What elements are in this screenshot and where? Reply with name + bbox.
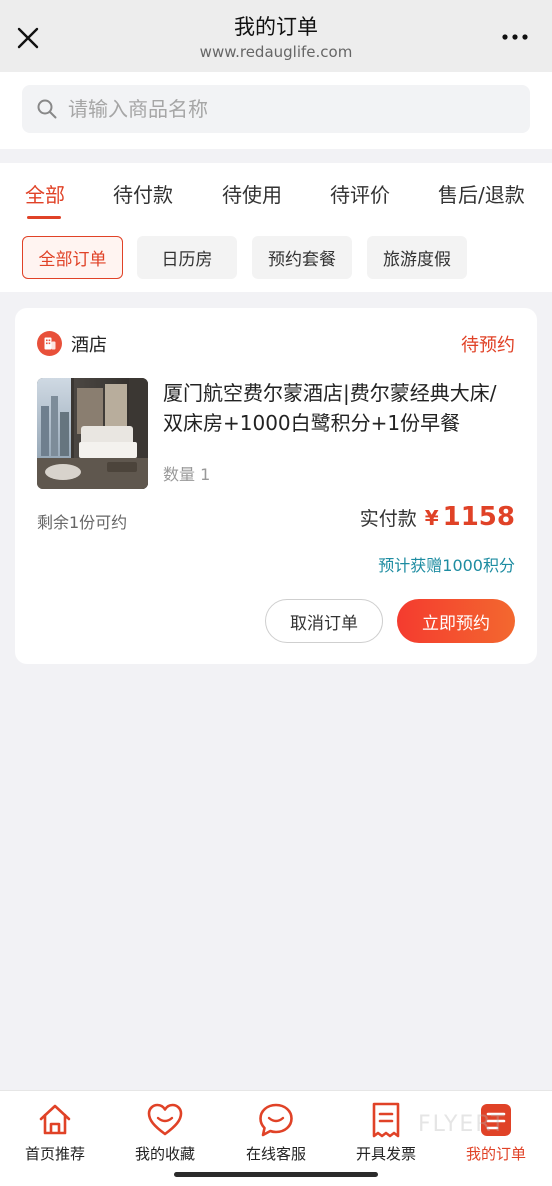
search-input[interactable] [68, 91, 508, 127]
order-card[interactable]: 酒店 待预约 厦门航空费尔蒙酒店|费尔蒙经典大床/双床房+1000白鹭积分+1份… [15, 308, 537, 664]
filter-calendar-room[interactable]: 日历房 [137, 236, 237, 279]
filter-reservation-package[interactable]: 预约套餐 [252, 236, 352, 279]
more-icon[interactable] [500, 27, 530, 47]
home-indicator[interactable] [174, 1172, 378, 1177]
nav-label-invoice: 开具发票 [355, 1145, 416, 1163]
order-tabs-section: 全部 待付款 待使用 待评价 售后/退款 全部订单 日历房 预约套餐 旅游度假 [0, 163, 552, 292]
nav-label-orders: 我的订单 [465, 1145, 526, 1163]
remaining-count: 剩余1份可约 [37, 513, 128, 532]
page-url: www.redauglife.com [199, 43, 353, 61]
paid-amount: 实付款 ¥ 1158 [360, 502, 515, 532]
search-box[interactable] [22, 85, 530, 133]
hotel-icon [37, 331, 62, 356]
nav-item-support[interactable]: 在线客服 [221, 1091, 331, 1167]
order-status: 待预约 [461, 335, 515, 356]
title-bar: 我的订单 www.redauglife.com [0, 0, 552, 72]
product-quantity: 数量 1 [163, 465, 211, 484]
chat-icon [259, 1103, 293, 1137]
store-name: 酒店 [71, 335, 107, 356]
nav-label-support: 在线客服 [245, 1145, 306, 1163]
tab-to-review[interactable]: 待评价 [330, 179, 390, 208]
nav-label-home: 首页推荐 [24, 1145, 85, 1163]
cancel-order-button[interactable]: 取消订单 [265, 599, 383, 643]
currency-symbol: ¥ [424, 506, 439, 530]
search-section [0, 72, 552, 149]
filter-all-orders[interactable]: 全部订单 [22, 236, 123, 279]
points-note: 预计获赠1000积分 [378, 556, 515, 575]
page-title: 我的订单 [234, 15, 318, 39]
filter-travel-vacation[interactable]: 旅游度假 [367, 236, 467, 279]
tab-all[interactable]: 全部 [25, 179, 65, 208]
amount-value: 1158 [442, 502, 515, 532]
book-now-button[interactable]: 立即预约 [397, 599, 515, 643]
nav-item-favorites[interactable]: 我的收藏 [110, 1091, 220, 1167]
nav-label-favorites: 我的收藏 [134, 1145, 195, 1163]
tab-to-use[interactable]: 待使用 [222, 179, 282, 208]
paid-label: 实付款 [359, 508, 417, 530]
active-tab-indicator [27, 216, 61, 219]
home-icon [39, 1104, 71, 1135]
tab-after-sales[interactable]: 售后/退款 [438, 179, 525, 208]
nav-item-home[interactable]: 首页推荐 [0, 1091, 110, 1167]
hotel-room-thumbnail[interactable] [37, 378, 148, 489]
receipt-icon [372, 1102, 400, 1138]
search-icon [37, 99, 57, 119]
watermark-text: FLYERT [418, 1112, 507, 1137]
tab-pending-payment[interactable]: 待付款 [113, 179, 173, 208]
heart-icon [147, 1103, 183, 1136]
product-title[interactable]: 厦门航空费尔蒙酒店|费尔蒙经典大床/双床房+1000白鹭积分+1份早餐 [163, 378, 515, 438]
